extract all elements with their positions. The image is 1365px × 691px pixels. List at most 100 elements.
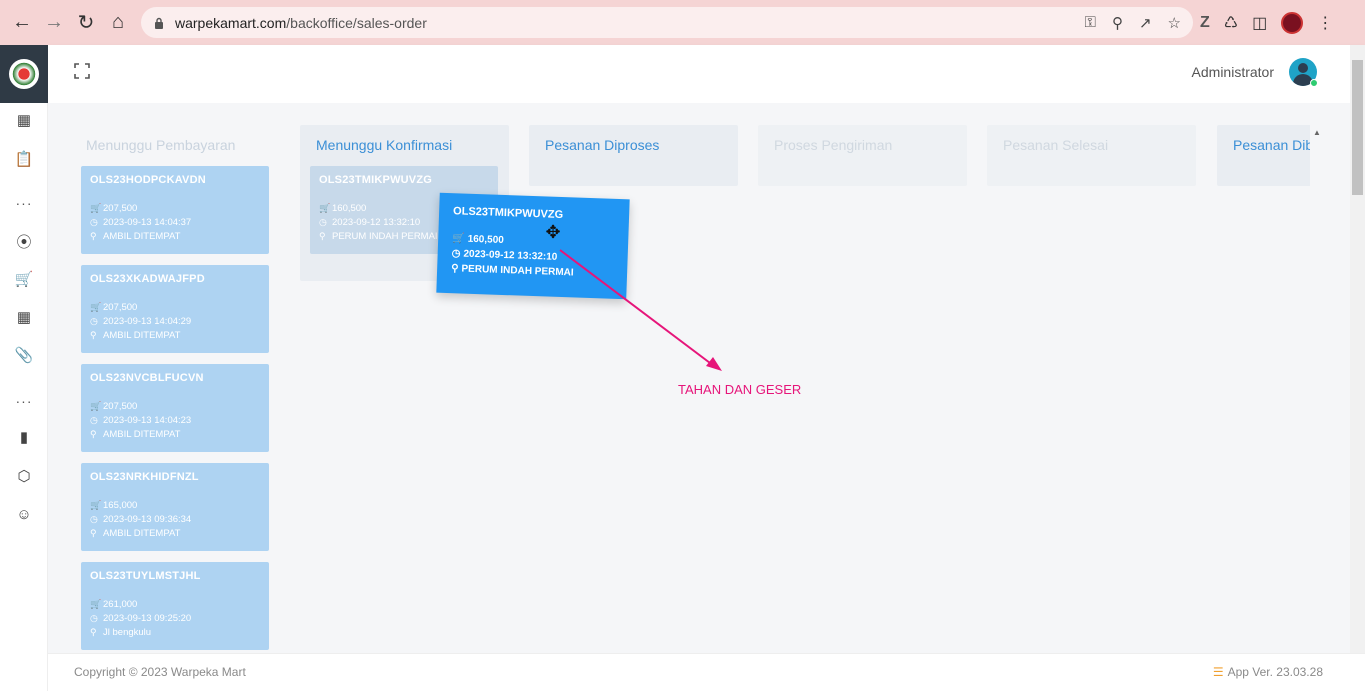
left-sidebar: ▦ 📋 ··· ⦿ 🛒 ▦ 📎 ··· ▮ ⬡ ☺	[0, 45, 48, 691]
book-icon[interactable]: ▮	[14, 427, 34, 447]
cart-icon: 🛒	[90, 599, 102, 609]
cart-icon[interactable]: 🛒	[14, 269, 34, 289]
order-total: 207,500	[103, 302, 138, 313]
broadcast-icon[interactable]: ⦿	[14, 231, 34, 251]
bookmark-star-icon[interactable]: ☆	[1168, 14, 1181, 32]
location-icon: ⚲	[319, 231, 326, 241]
order-code: OLS23XKADWAJFPD	[90, 273, 205, 285]
column-title: Menunggu Pembayaran	[86, 137, 236, 153]
column-title: Pesanan Diproses	[545, 137, 660, 153]
kanban-board: Menunggu Pembayaran Menunggu Konfirmasi …	[48, 103, 1350, 653]
order-card[interactable]: OLS23XKADWAJFPD 🛒 207,500 ◷ 2023-09-13 14:…	[81, 265, 269, 353]
dragged-order-card[interactable]: OLS23TMIKPWUVZG 🛒 160,500 ◷ 2023-09-12 13:…	[436, 192, 630, 300]
share-icon[interactable]: ↗	[1139, 14, 1152, 32]
cart-icon: 🛒	[319, 203, 331, 213]
order-address: PERUM INDAH PERMAI	[332, 231, 438, 242]
column-pesanan-dibatalkan: Pesanan Dib	[1217, 125, 1310, 186]
order-date: 2023-09-13 09:36:34	[103, 514, 192, 525]
order-address: AMBIL DITEMPAT	[103, 429, 181, 440]
order-date: 2023-09-13 14:04:29	[103, 316, 192, 327]
column-title: Proses Pengiriman	[774, 137, 893, 153]
order-code: OLS23TMIKPWUVZG	[319, 174, 433, 186]
key-icon[interactable]: ⚿	[1085, 14, 1096, 31]
scroll-thumb[interactable]	[1352, 60, 1363, 195]
logo[interactable]	[0, 45, 48, 103]
back-icon[interactable]: ←	[6, 6, 38, 38]
cart-icon: 🛒	[90, 203, 102, 213]
browser-toolbar: ← → ↻ ⌂ warpekamart.com/backoffice/sales…	[0, 0, 1365, 45]
column-pesanan-selesai: Pesanan Selesai	[987, 125, 1196, 186]
order-address: AMBIL DITEMPAT	[103, 231, 181, 242]
order-code: OLS23NRKHIDFNZL	[90, 471, 199, 483]
calculator-icon[interactable]: ▦	[14, 307, 34, 327]
column-title: Menunggu Konfirmasi	[316, 137, 453, 153]
side-panel-icon[interactable]: ◫	[1252, 13, 1267, 33]
lock-icon	[155, 17, 163, 29]
page-scrollbar[interactable]	[1350, 45, 1365, 655]
user-name[interactable]: Administrator	[1192, 64, 1274, 80]
layers-icon: ☰	[1212, 665, 1224, 679]
column-pesanan-diproses: Pesanan Diproses	[529, 125, 738, 186]
order-total: 207,500	[103, 203, 138, 214]
app-header: Administrator	[48, 45, 1365, 103]
clock-icon: ◷	[90, 316, 98, 326]
annotation-label: TAHAN DAN GESER	[678, 382, 802, 397]
column-title: Pesanan Selesai	[1003, 137, 1109, 153]
address-bar[interactable]: warpekamart.com/backoffice/sales-order ⚿…	[141, 7, 1193, 38]
clipboard-icon[interactable]: 📋	[14, 149, 34, 169]
url-domain: warpekamart.com	[175, 14, 287, 31]
location-icon: ⚲	[90, 429, 97, 439]
copyright-text: Copyright © 2023 Warpeka Mart	[74, 665, 246, 679]
fullscreen-icon[interactable]	[74, 63, 90, 79]
order-address: PERUM INDAH PERMAI	[461, 263, 574, 279]
location-icon: ⚲	[90, 330, 97, 340]
order-date: 2023-09-13 14:04:23	[103, 415, 192, 426]
box-icon[interactable]: ⬡	[14, 466, 34, 486]
order-card[interactable]: OLS23TUYLMSTJHL 🛒 261,000 ◷ 2023-09-13 09:…	[81, 562, 269, 650]
users-icon[interactable]: ☺	[14, 504, 34, 524]
extension-z-icon[interactable]: Z	[1200, 14, 1210, 32]
version-text: App Ver. 23.03.28	[1227, 665, 1323, 679]
board-scroll-up-icon[interactable]: ▲	[1313, 128, 1321, 137]
order-date: 2023-09-13 14:04:37	[103, 217, 192, 228]
forward-icon[interactable]: →	[38, 6, 70, 38]
clock-icon: ◷	[451, 248, 461, 260]
clock-icon: ◷	[90, 613, 98, 623]
section-dots-icon: ···	[15, 393, 33, 409]
footer: Copyright © 2023 Warpeka Mart ☰ App Ver. …	[48, 653, 1365, 691]
order-total: 160,500	[467, 233, 504, 246]
order-address: AMBIL DITEMPAT	[103, 330, 181, 341]
logo-image	[9, 59, 39, 89]
menu-dots-icon[interactable]: ⋮	[1317, 13, 1333, 33]
profile-avatar[interactable]	[1281, 11, 1304, 34]
order-date: 2023-09-12 13:32:10	[463, 248, 558, 263]
clock-icon: ◷	[90, 415, 98, 425]
cart-icon: 🛒	[90, 401, 102, 411]
order-card[interactable]: OLS23HODPCKAVDN 🛒 207,500 ◷ 2023-09-13 14:…	[81, 166, 269, 254]
order-total: 165,000	[103, 500, 138, 511]
order-address: Jl bengkulu	[103, 627, 152, 638]
order-total: 261,000	[103, 599, 138, 610]
cart-icon: 🛒	[452, 233, 465, 245]
extensions-puzzle-icon[interactable]: ♺	[1224, 13, 1238, 33]
order-card[interactable]: OLS23NVCBLFUCVN 🛒 207,500 ◷ 2023-09-13 14:…	[81, 364, 269, 452]
cart-icon: 🛒	[90, 500, 102, 510]
order-address: AMBIL DITEMPAT	[103, 528, 181, 539]
location-icon: ⚲	[450, 263, 459, 275]
order-code: OLS23TUYLMSTJHL	[90, 570, 201, 582]
home-icon[interactable]: ⌂	[102, 6, 134, 38]
zoom-icon[interactable]: ⚲	[1112, 14, 1123, 32]
section-dots-icon: ···	[15, 195, 33, 211]
order-total: 160,500	[332, 203, 367, 214]
order-card[interactable]: OLS23NRKHIDFNZL 🛒 165,000 ◷ 2023-09-13 09:…	[81, 463, 269, 551]
online-status-dot	[1310, 79, 1318, 87]
clock-icon: ◷	[319, 217, 327, 227]
order-total: 207,500	[103, 401, 138, 412]
dashboard-icon[interactable]: ▦	[14, 110, 34, 130]
reload-icon[interactable]: ↻	[70, 6, 102, 38]
cart-icon: 🛒	[90, 302, 102, 312]
move-cursor-icon: ✥	[545, 222, 561, 242]
column-proses-pengiriman: Proses Pengiriman	[758, 125, 967, 186]
clock-icon: ◷	[90, 514, 98, 524]
paperclip-icon[interactable]: 📎	[14, 345, 34, 365]
